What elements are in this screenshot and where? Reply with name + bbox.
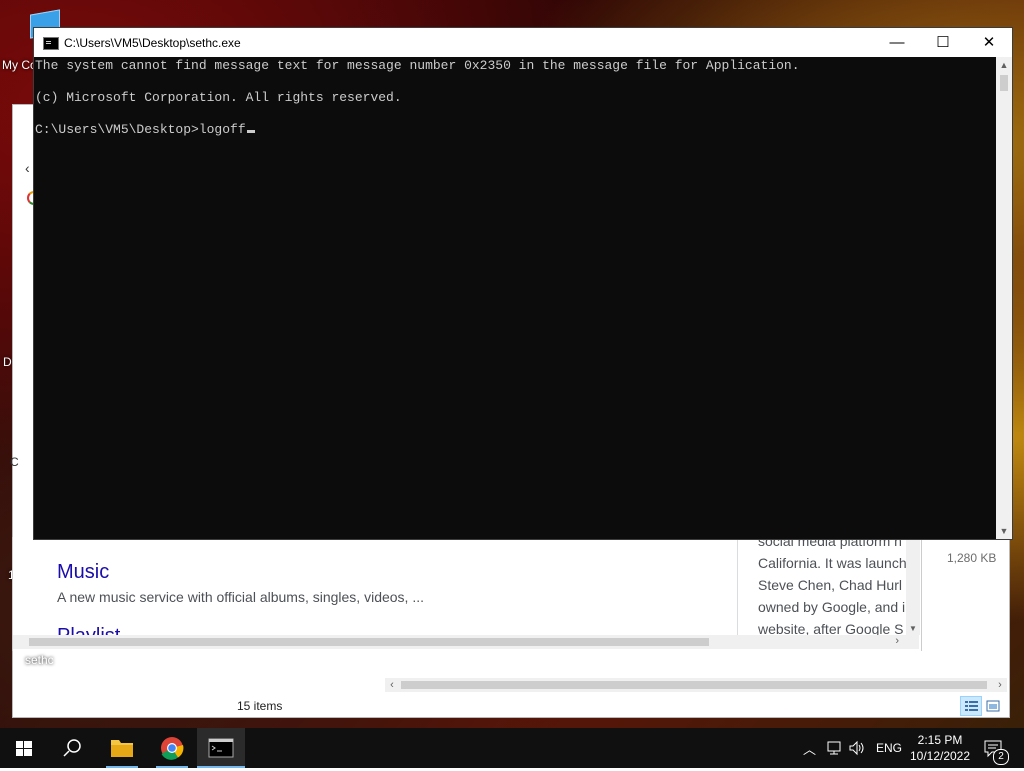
minimize-button[interactable]: —	[874, 28, 920, 57]
console-line: (c) Microsoft Corporation. All rights re…	[35, 90, 402, 105]
taskbar-command-prompt[interactable]	[197, 728, 245, 768]
close-button[interactable]: ✕	[966, 28, 1012, 57]
search-button[interactable]	[48, 728, 96, 768]
start-button[interactable]	[0, 728, 48, 768]
windows-logo-icon	[16, 741, 32, 756]
show-hidden-icons-chevron-icon[interactable]: ︿	[803, 739, 816, 758]
scroll-right-arrow-icon[interactable]: ›	[895, 635, 899, 647]
maximize-button[interactable]: ☐	[920, 28, 966, 57]
clock[interactable]: 2:15 PM 10/12/2022	[905, 732, 975, 764]
volume-icon[interactable]	[848, 740, 866, 756]
taskbar-chrome[interactable]	[148, 728, 196, 768]
scroll-right-arrow-icon[interactable]: ›	[993, 678, 1007, 692]
scroll-up-arrow-icon[interactable]: ▲	[996, 57, 1012, 73]
knowledge-panel-line: California. It was launch	[758, 555, 907, 571]
text-cursor	[246, 130, 255, 133]
nav-letter: C	[10, 455, 19, 469]
network-icon[interactable]	[826, 740, 844, 756]
search-result-title[interactable]: Music	[57, 561, 109, 584]
chrome-icon	[161, 737, 184, 760]
taskbar: ︿ ENG 2:15 PM 10/12/2022 2	[0, 728, 1024, 768]
console-output[interactable]: The system cannot find message text for …	[34, 57, 996, 539]
sethc-desktop-icon-label[interactable]: sethc	[25, 653, 54, 667]
window-title: C:\Users\VM5\Desktop\sethc.exe	[64, 36, 241, 50]
browser-horizontal-scrollbar[interactable]: ›	[13, 635, 919, 649]
console-vertical-scrollbar[interactable]: ▲ ▼	[996, 57, 1012, 539]
knowledge-panel-line: website, after Google S	[758, 621, 904, 635]
scrollbar-thumb[interactable]	[401, 681, 987, 689]
scrollbar-thumb[interactable]	[1000, 75, 1008, 91]
browser-window: Music A new music service with official …	[12, 537, 922, 651]
language-indicator[interactable]: ENG	[876, 741, 902, 755]
console-line: The system cannot find message text for …	[35, 58, 800, 73]
cmd-icon	[43, 37, 59, 50]
search-result-description: A new music service with official albums…	[57, 589, 425, 605]
knowledge-panel: social media platform h California. It w…	[737, 537, 920, 635]
details-view-button[interactable]	[960, 696, 982, 716]
large-icons-view-icon	[986, 700, 1000, 712]
desktop-icon-label[interactable]: My Co	[2, 58, 37, 72]
console-prompt-line[interactable]: C:\Users\VM5\Desktop>logoff	[35, 122, 255, 138]
knowledge-panel-line: owned by Google, and i	[758, 599, 906, 615]
large-icons-view-button[interactable]	[982, 696, 1004, 716]
explorer-horizontal-scrollbar[interactable]: ‹ ›	[385, 678, 1007, 692]
knowledge-panel-line: Steve Chen, Chad Hurl	[758, 577, 902, 593]
search-icon	[63, 739, 81, 757]
back-arrow-icon[interactable]: ‹	[25, 160, 30, 176]
title-bar[interactable]: C:\Users\VM5\Desktop\sethc.exe — ☐ ✕	[34, 28, 1012, 57]
clock-time: 2:15 PM	[917, 733, 963, 747]
folder-icon	[111, 740, 133, 757]
desktop-edge-letter: D	[3, 355, 12, 369]
scroll-down-arrow-icon[interactable]: ▼	[909, 624, 917, 633]
command-prompt-icon	[208, 738, 234, 758]
clock-date: 10/12/2022	[909, 749, 971, 763]
scroll-down-arrow-icon[interactable]: ▼	[996, 523, 1012, 539]
scroll-left-arrow-icon[interactable]: ‹	[385, 678, 399, 692]
taskbar-file-explorer[interactable]	[98, 728, 146, 768]
notification-count-badge: 2	[993, 749, 1009, 765]
scrollbar-thumb[interactable]	[29, 638, 709, 646]
knowledge-panel-scrollbar[interactable]: ▼	[906, 537, 920, 635]
details-view-icon	[965, 701, 978, 711]
console-command: C:\Users\VM5\Desktop>logoff	[35, 122, 246, 137]
command-prompt-window[interactable]: C:\Users\VM5\Desktop\sethc.exe — ☐ ✕ The…	[33, 27, 1013, 540]
file-size-value: 1,280 KB	[947, 551, 997, 565]
status-item-count: 15 items	[237, 699, 283, 713]
